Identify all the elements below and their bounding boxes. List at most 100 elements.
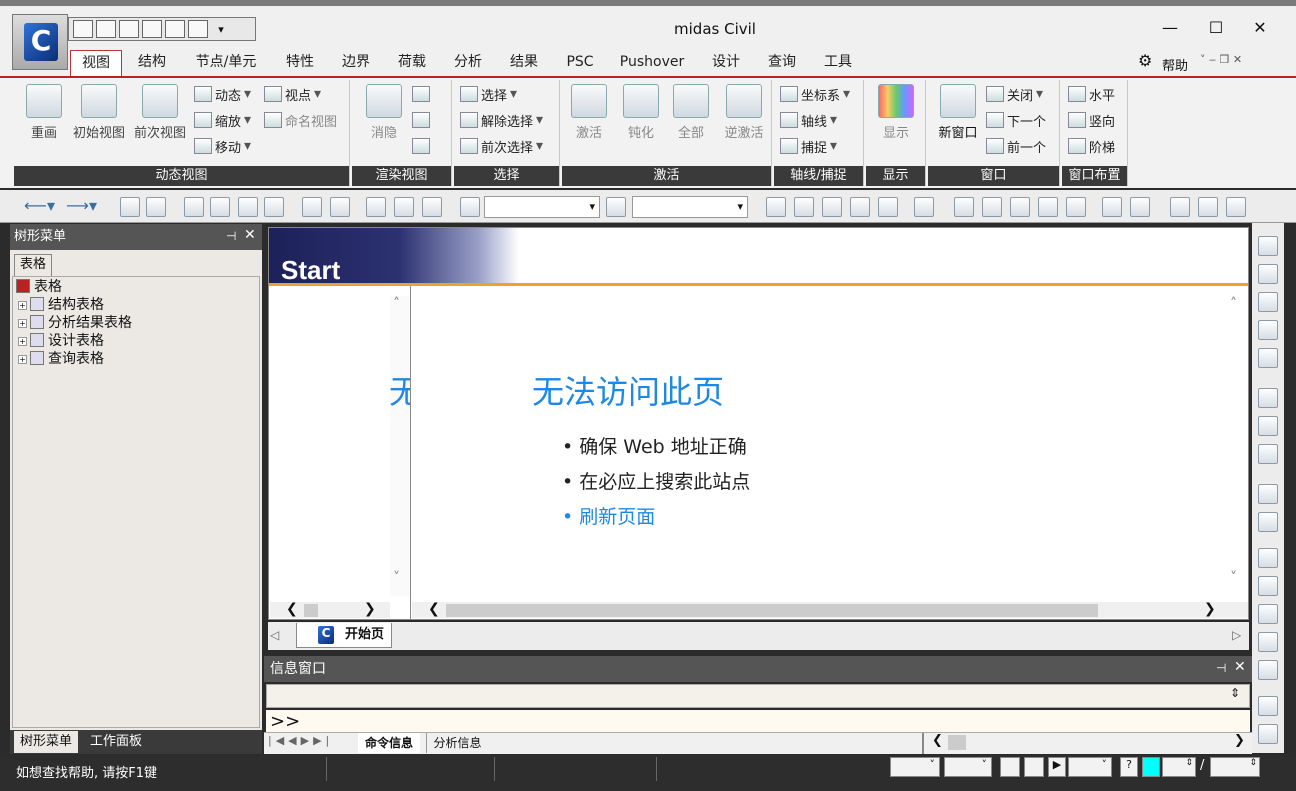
scroll-left-icon[interactable]: ❮	[286, 601, 298, 617]
splitter[interactable]	[922, 733, 924, 754]
tab-command-info[interactable]: 命令信息	[358, 733, 420, 753]
inverse-activate-button[interactable]: 逆激活	[716, 84, 772, 141]
toolbar-icon-18[interactable]	[914, 197, 934, 217]
scroll-up-icon[interactable]: ˄	[1230, 296, 1237, 312]
hand-icon[interactable]	[1258, 416, 1278, 436]
tab-query[interactable]: 查询	[758, 50, 806, 76]
toolbar-icon-4[interactable]	[210, 197, 230, 217]
toolbar-icon-15[interactable]	[822, 197, 842, 217]
zoom-in-icon[interactable]	[1258, 292, 1278, 312]
snap-grid-icon[interactable]	[1024, 757, 1044, 777]
activate-button[interactable]: 激活	[564, 84, 614, 141]
scroll-up-icon[interactable]: ˄	[393, 296, 400, 312]
toolbar-icon-5[interactable]	[238, 197, 258, 217]
toolbar-icon-12[interactable]	[606, 197, 626, 217]
open-file-icon[interactable]	[96, 20, 116, 38]
status-combo-1[interactable]: ˅	[890, 757, 940, 777]
zoom-out-icon[interactable]	[1258, 320, 1278, 340]
render-light-icon[interactable]	[412, 112, 430, 128]
status-combo-2[interactable]: ˅	[944, 757, 992, 777]
tree-item-design-tables[interactable]: + 设计表格	[18, 332, 104, 350]
tab-work-panel[interactable]: 工作面板	[84, 731, 148, 753]
cascade-button[interactable]: 阶梯	[1068, 136, 1115, 156]
pin-icon[interactable]: ⊣	[226, 229, 236, 243]
hscroll-thumb[interactable]	[446, 604, 1098, 617]
viewpoint-button[interactable]: 视点 ▾	[264, 84, 321, 104]
zoom-button[interactable]: 缩放 ▾	[194, 110, 251, 130]
tab-property[interactable]: 特性	[276, 50, 324, 76]
preview-icon[interactable]	[188, 20, 208, 38]
toolbar-icon-2[interactable]	[146, 197, 166, 217]
redraw-icon[interactable]	[1258, 484, 1278, 504]
deselect-button[interactable]: 解除选择 ▾	[460, 110, 543, 130]
tree-root[interactable]: 表格	[16, 278, 62, 296]
toolbar-icon-10[interactable]	[394, 197, 414, 217]
tab-start-page[interactable]: 开始页	[296, 623, 392, 648]
toolbar-combo-1[interactable]: ▾	[484, 196, 600, 218]
tab-navigation-icon[interactable]: |◀◀▶▶|	[268, 734, 333, 747]
display-button[interactable]: 显示	[868, 84, 924, 141]
toolbar-icon-23[interactable]	[1066, 197, 1086, 217]
save-as-icon[interactable]	[142, 20, 162, 38]
scroll-left-icon[interactable]: ❮	[428, 601, 440, 617]
scroll-right-icon[interactable]: ❯	[1204, 601, 1216, 617]
toolbar-icon-16[interactable]	[850, 197, 870, 217]
initial-view-icon[interactable]	[1258, 512, 1278, 532]
help-menu[interactable]: 帮助	[1162, 55, 1188, 74]
toolbar-icon-19[interactable]	[954, 197, 974, 217]
tab-boundary[interactable]: 边界	[332, 50, 380, 76]
zoom-dynamic-icon[interactable]	[1258, 388, 1278, 408]
tab-structure[interactable]: 结构	[128, 50, 176, 76]
settings-gear-icon[interactable]: ⚙	[1138, 51, 1152, 70]
select-cursor-icon[interactable]	[460, 197, 480, 217]
new-file-icon[interactable]	[73, 20, 93, 38]
tree-item-query-tables[interactable]: + 查询表格	[18, 350, 104, 368]
scroll-right-icon[interactable]: ❯	[364, 601, 376, 617]
scroll-down-icon[interactable]: ˅	[1230, 570, 1237, 586]
tab-node-element[interactable]: 节点/单元	[186, 50, 266, 76]
previous-view-button[interactable]: 前次视图	[130, 84, 190, 141]
help-dropdown-icon[interactable]: ˅ ‒ ❐ ✕	[1200, 53, 1242, 66]
view-top-icon[interactable]	[1258, 576, 1278, 596]
close-icon[interactable]: ✕	[1234, 659, 1246, 675]
hscroll-thumb[interactable]	[304, 604, 318, 617]
toolbar-icon-6[interactable]	[264, 197, 284, 217]
tab-scroll-left-icon[interactable]: ◁	[270, 628, 279, 642]
scroll-left-icon[interactable]: ❮	[932, 733, 943, 748]
command-input[interactable]	[266, 710, 1250, 732]
tab-psc[interactable]: PSC	[556, 50, 604, 76]
close-button[interactable]: ✕	[1240, 18, 1280, 42]
tab-tree-menu[interactable]: 树形菜单	[14, 731, 78, 753]
tree-item-analysis-result-tables[interactable]: + 分析结果表格	[18, 314, 132, 332]
snap-node-icon[interactable]	[1000, 757, 1020, 777]
toolbar-combo-2[interactable]: ▾	[632, 196, 748, 218]
toolbar-icon-14[interactable]	[794, 197, 814, 217]
tab-load[interactable]: 荷载	[388, 50, 436, 76]
toolbar-icon-17[interactable]	[878, 197, 898, 217]
spin-field-2[interactable]: ⇕	[1210, 757, 1260, 777]
play-icon[interactable]: ▶	[1048, 757, 1066, 777]
tile-vertical-button[interactable]: 竖向	[1068, 110, 1115, 130]
expand-icon[interactable]: +	[18, 301, 27, 310]
tab-design[interactable]: 设计	[702, 50, 750, 76]
tree-item-structure-tables[interactable]: + 结构表格	[18, 296, 104, 314]
toolbar-right-icon-1[interactable]	[1258, 696, 1278, 716]
new-window-button[interactable]: 新窗口	[932, 84, 984, 141]
toolbar-icon-22[interactable]	[1038, 197, 1058, 217]
toolbar-icon-9[interactable]	[366, 197, 386, 217]
rotate-icon[interactable]	[1258, 444, 1278, 464]
toolbar-icon-25[interactable]	[1130, 197, 1150, 217]
pan-button[interactable]: 移动 ▾	[194, 136, 251, 156]
zoom-previous-icon[interactable]	[1258, 264, 1278, 284]
spin-updown-icon[interactable]: ⇕	[1230, 686, 1240, 700]
color-swatch[interactable]	[1142, 757, 1160, 777]
toolbar-icon-20[interactable]	[982, 197, 1002, 217]
toolbar-right-icon-2[interactable]	[1258, 724, 1278, 744]
toolbar-icon-13[interactable]	[766, 197, 786, 217]
lock-icon[interactable]	[1198, 197, 1218, 217]
print-icon[interactable]	[165, 20, 185, 38]
close-window-button[interactable]: 关闭 ▾	[986, 84, 1043, 104]
toolbar-icon-26[interactable]	[1170, 197, 1190, 217]
hide-button[interactable]: 消隐	[356, 84, 412, 141]
help-question-icon[interactable]: ?	[1120, 757, 1138, 777]
